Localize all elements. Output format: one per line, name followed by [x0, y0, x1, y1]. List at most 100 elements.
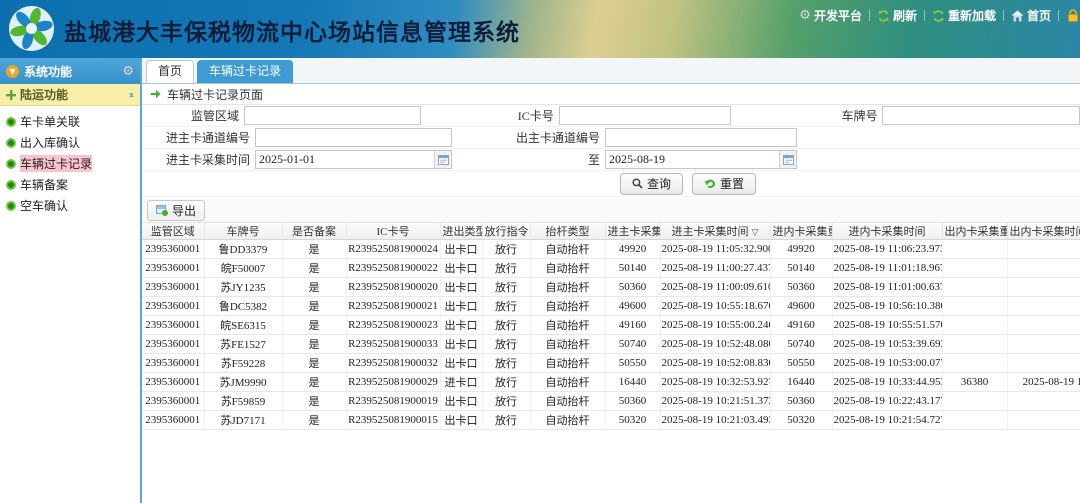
home-link[interactable]: 首页	[1011, 7, 1051, 24]
table-row[interactable]: 2395360001苏F59228是R239525081900032出卡口放行自…	[142, 354, 1080, 373]
refresh-link[interactable]: 刷新	[877, 7, 917, 24]
cell: 放行	[482, 240, 530, 259]
tab-home[interactable]: 首页	[146, 60, 194, 83]
column-header[interactable]: 放行指令	[482, 223, 530, 240]
export-button[interactable]: 导出	[147, 200, 205, 221]
cell: 2395360001	[142, 240, 204, 259]
entry-collect-time-label: 进主卡采集时间	[142, 151, 255, 168]
cell: 2025-08-19 10:55:18.670	[660, 297, 770, 316]
tab-vehicle-pass-records[interactable]: 车辆过卡记录	[197, 60, 293, 83]
column-header[interactable]: 出内卡采集重量	[942, 223, 1007, 240]
table-row[interactable]: 2395360001苏JY1235是R239525081900020出卡口放行自…	[142, 278, 1080, 297]
bullet-icon	[6, 117, 16, 127]
cell: 是	[282, 354, 346, 373]
cell: 苏JM9990	[204, 373, 282, 392]
cell: 放行	[482, 373, 530, 392]
sidebar-item-empty-vehicle-confirm[interactable]: 空车确认	[0, 195, 140, 216]
cell: 放行	[482, 278, 530, 297]
cell	[942, 297, 1007, 316]
column-header[interactable]: 进内卡采集时间	[832, 223, 942, 240]
cell: 自动抬杆	[530, 373, 605, 392]
cell: 鲁DC5382	[204, 297, 282, 316]
sidebar-title: 系统功能	[24, 63, 117, 80]
cell: 是	[282, 297, 346, 316]
cell: 出卡口	[440, 278, 482, 297]
table-row[interactable]: 2395360001皖F50007是R239525081900022出卡口放行自…	[142, 259, 1080, 278]
column-header[interactable]: 进内卡采集重量	[770, 223, 832, 240]
column-header[interactable]: 进出类型	[440, 223, 482, 240]
entry-collect-time-from-input[interactable]	[255, 150, 452, 169]
reset-button[interactable]: 重置	[692, 173, 756, 195]
sidebar-item-inout-confirm[interactable]: 出入库确认	[0, 132, 140, 153]
table-row[interactable]: 2395360001鲁DC5382是R239525081900021出卡口放行自…	[142, 297, 1080, 316]
plate-no-input[interactable]	[882, 106, 1080, 125]
cell: 2025-08-19 11:01:18.967	[832, 259, 942, 278]
dev-platform-link[interactable]: ⚙ 开发平台	[799, 7, 862, 24]
column-header[interactable]: 出内卡采集时间	[1007, 223, 1080, 240]
table-row[interactable]: 2395360001苏FE1527是R239525081900033出卡口放行自…	[142, 335, 1080, 354]
cell: 自动抬杆	[530, 240, 605, 259]
cell: 2025-08-19 10:52:48.080	[660, 335, 770, 354]
collapse-icon[interactable]: «	[125, 92, 137, 98]
cell: 2025-08-19 10:21:03.493	[660, 411, 770, 430]
cell: 出卡口	[440, 392, 482, 411]
export-button-label: 导出	[172, 202, 196, 219]
column-header[interactable]: 是否备案	[282, 223, 346, 240]
calendar-icon[interactable]	[434, 151, 451, 168]
dev-platform-label: 开发平台	[814, 7, 862, 24]
reload-link[interactable]: 重新加载	[932, 7, 996, 24]
column-header[interactable]: 进主卡采集重量	[605, 223, 660, 240]
lock-link[interactable]	[1066, 9, 1080, 22]
entry-collect-time-to-label: 至	[452, 151, 605, 168]
cell: 2025-08-19 10:53:00.077	[832, 354, 942, 373]
sort-desc-icon: ▽	[752, 228, 759, 238]
sidebar-item-vehicle-pass-records[interactable]: 车辆过卡记录	[0, 153, 140, 174]
lock-icon	[1066, 9, 1080, 22]
cell	[1007, 411, 1080, 430]
table-row[interactable]: 2395360001苏JM9990是R239525081900029进卡口放行自…	[142, 373, 1080, 392]
cell: 50550	[770, 354, 832, 373]
table-row[interactable]: 2395360001苏F59859是R239525081900019出卡口放行自…	[142, 392, 1080, 411]
cell: 2025-08-19 10:22:43.177	[832, 392, 942, 411]
cell: 出卡口	[440, 297, 482, 316]
cell: 2025-08-19 10:53:39.693	[832, 335, 942, 354]
cell	[1007, 335, 1080, 354]
cell: 自动抬杆	[530, 411, 605, 430]
sidebar-item-label: 车辆过卡记录	[20, 155, 92, 172]
gear-icon[interactable]: ⚙	[122, 65, 134, 78]
column-header[interactable]: 进主卡采集时间▽	[660, 223, 770, 240]
cell: R239525081900021	[346, 297, 440, 316]
cell: 50360	[605, 278, 660, 297]
divider	[1058, 10, 1059, 21]
table-row[interactable]: 2395360001皖SE6315是R239525081900023出卡口放行自…	[142, 316, 1080, 335]
column-header[interactable]: 车牌号	[204, 223, 282, 240]
column-header[interactable]: IC卡号	[346, 223, 440, 240]
regulatory-area-input[interactable]	[244, 106, 421, 125]
ic-card-no-input[interactable]	[559, 106, 731, 125]
column-header[interactable]: 抬杆类型	[530, 223, 605, 240]
cell: 自动抬杆	[530, 278, 605, 297]
exit-main-channel-input[interactable]	[605, 128, 797, 147]
cell: 2395360001	[142, 354, 204, 373]
sidebar-header[interactable]: ▼ 系统功能 ⚙	[0, 58, 140, 84]
app-window: 盐城港大丰保税物流中心场站信息管理系统 ⚙ 开发平台 刷新 重新加载	[0, 0, 1080, 503]
cell	[942, 278, 1007, 297]
cell: 2025-08-19 10:21:51.373	[660, 392, 770, 411]
table-row[interactable]: 2395360001鲁DD3379是R239525081900024出卡口放行自…	[142, 240, 1080, 259]
sidebar-item-vehicle-filing[interactable]: 车辆备案	[0, 174, 140, 195]
cell: 放行	[482, 411, 530, 430]
sidebar-group-land-transport[interactable]: 陆运功能 «	[0, 84, 140, 106]
calendar-icon[interactable]	[779, 151, 796, 168]
entry-collect-time-to-input[interactable]	[605, 150, 797, 169]
sidebar-item-card-order-link[interactable]: 车卡单关联	[0, 111, 140, 132]
table-row[interactable]: 2395360001苏JD7171是R239525081900015出卡口放行自…	[142, 411, 1080, 430]
cell: 苏FE1527	[204, 335, 282, 354]
cell: R239525081900019	[346, 392, 440, 411]
query-button[interactable]: 查询	[620, 173, 683, 195]
column-header[interactable]: 监管区域	[142, 223, 204, 240]
entry-main-channel-input[interactable]	[255, 128, 452, 147]
cell: 放行	[482, 335, 530, 354]
cell: 放行	[482, 392, 530, 411]
cell: 自动抬杆	[530, 297, 605, 316]
cell: 50740	[770, 335, 832, 354]
